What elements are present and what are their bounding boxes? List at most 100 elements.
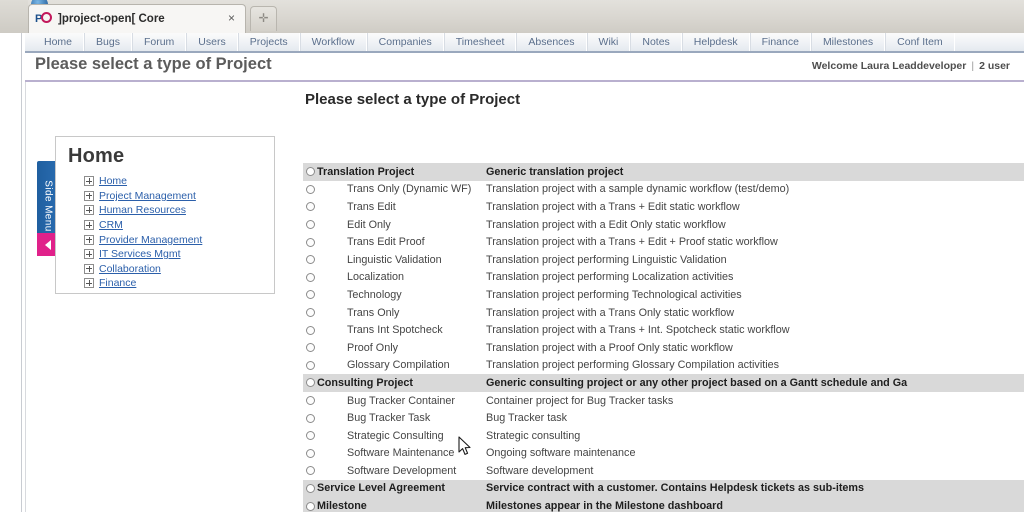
project-type-radio[interactable]: [305, 290, 315, 300]
project-type-radio[interactable]: [305, 483, 315, 493]
project-type-row[interactable]: Edit Only Translation project with a Edit…: [303, 215, 1024, 234]
nav-item-home[interactable]: Home: [33, 33, 85, 51]
expand-plus-icon[interactable]: [84, 278, 94, 289]
project-type-radio[interactable]: [305, 308, 315, 318]
side-menu-item-label[interactable]: Project Management: [99, 190, 196, 202]
side-menu-item-label[interactable]: Home: [99, 175, 127, 187]
project-type-radio-cell: [303, 360, 317, 370]
project-type-row[interactable]: Localization Translation project performi…: [303, 268, 1024, 287]
project-type-row[interactable]: Bug Tracker Task Bug Tracker task: [303, 409, 1024, 427]
nav-item-workflow[interactable]: Workflow: [299, 33, 367, 51]
side-menu-item[interactable]: Collaboration: [84, 262, 274, 277]
nav-item-finance[interactable]: Finance: [749, 33, 811, 51]
project-type-radio[interactable]: [305, 431, 315, 441]
side-menu-item[interactable]: Provider Management: [84, 232, 274, 247]
project-type-name: Consulting Project: [317, 376, 413, 389]
project-type-radio-cell: [303, 501, 317, 511]
side-menu-item[interactable]: IT Services Mgmt: [84, 247, 274, 262]
nav-item-milestones[interactable]: Milestones: [810, 33, 886, 51]
project-type-radio-cell: [303, 378, 317, 388]
project-type-row[interactable]: Proof Only Translation project with a Pro…: [303, 338, 1024, 357]
project-type-row[interactable]: Trans Edit Translation project with a Tra…: [303, 198, 1024, 216]
project-type-radio[interactable]: [305, 343, 315, 353]
expand-plus-icon[interactable]: [84, 249, 94, 260]
nav-item-bugs[interactable]: Bugs: [84, 33, 132, 51]
project-type-radio[interactable]: [305, 184, 315, 194]
nav-item-conf-item[interactable]: Conf Item: [885, 33, 955, 51]
expand-plus-icon[interactable]: [84, 234, 94, 245]
project-type-row[interactable]: Trans Only (Dynamic WF) Translation proje…: [303, 180, 1024, 199]
project-type-radio[interactable]: [305, 396, 315, 406]
project-type-radio[interactable]: [305, 237, 315, 247]
side-menu-item-label[interactable]: Finance: [99, 277, 136, 289]
browser-tab-title: ]project-open[ Core: [58, 13, 165, 25]
side-menu-item-label[interactable]: CRM: [99, 219, 123, 231]
project-type-radio[interactable]: [305, 272, 315, 282]
project-type-radio[interactable]: [305, 255, 315, 265]
screen: P ]project-open[ Core × ✛ Home Bugs Forum U…: [0, 0, 1024, 512]
close-tab-icon[interactable]: ×: [225, 12, 238, 25]
nav-item-users[interactable]: Users: [186, 33, 238, 51]
side-menu-item-label[interactable]: IT Services Mgmt: [99, 248, 181, 260]
project-type-name: Edit Only: [347, 218, 391, 231]
project-type-row[interactable]: Technology Translation project performing…: [303, 286, 1024, 304]
project-type-row[interactable]: Glossary Compilation Translation project …: [303, 356, 1024, 375]
side-menu-item-label[interactable]: Provider Management: [99, 234, 202, 246]
project-type-radio[interactable]: [305, 360, 315, 370]
project-type-row[interactable]: Trans Int Spotcheck Translation project w…: [303, 321, 1024, 339]
side-menu-item[interactable]: Finance: [84, 276, 274, 291]
side-menu-item-label[interactable]: Collaboration: [99, 263, 161, 275]
project-type-radio[interactable]: [305, 220, 315, 230]
side-menu-item[interactable]: Human Resources: [84, 203, 274, 218]
project-type-name: Technology: [347, 288, 402, 301]
project-type-row[interactable]: Trans Edit Proof Translation project with…: [303, 233, 1024, 251]
expand-plus-icon[interactable]: [84, 263, 94, 274]
project-type-name: Glossary Compilation: [347, 359, 450, 372]
project-type-group-row[interactable]: Service Level Agreement Service contract …: [303, 479, 1024, 498]
side-menu-item-label[interactable]: Human Resources: [99, 204, 186, 216]
project-type-name: Trans Only (Dynamic WF): [347, 183, 472, 196]
project-type-group-row[interactable]: Consulting Project Generic consulting pro…: [303, 374, 1024, 392]
expand-plus-icon[interactable]: [84, 220, 94, 231]
project-type-radio[interactable]: [305, 378, 315, 388]
project-type-name: Software Maintenance: [347, 447, 455, 460]
project-type-description: Strategic consulting: [486, 429, 581, 442]
nav-item-wiki[interactable]: Wiki: [586, 33, 631, 51]
project-type-row[interactable]: Bug Tracker Container Container project f…: [303, 391, 1024, 410]
project-type-group-row[interactable]: Milestone Milestones appear in the Milest…: [303, 497, 1024, 512]
project-type-row[interactable]: Software Development Software development: [303, 462, 1024, 480]
project-type-radio-cell: [303, 237, 317, 247]
browser-tab[interactable]: P ]project-open[ Core ×: [28, 4, 246, 33]
project-type-radio[interactable]: [305, 325, 315, 335]
project-type-radio[interactable]: [305, 466, 315, 476]
project-type-radio[interactable]: [305, 167, 315, 177]
side-menu-item[interactable]: CRM: [84, 218, 274, 233]
project-type-row[interactable]: Linguistic Validation Translation project…: [303, 250, 1024, 269]
nav-item-notes[interactable]: Notes: [630, 33, 682, 51]
expand-plus-icon[interactable]: [84, 190, 94, 201]
project-type-row[interactable]: Strategic Consulting Strategic consulting: [303, 426, 1024, 445]
side-menu-item[interactable]: Project Management: [84, 189, 274, 204]
project-type-radio[interactable]: [305, 202, 315, 212]
browser-chrome: P ]project-open[ Core × ✛: [0, 0, 1024, 34]
project-type-radio[interactable]: [305, 448, 315, 458]
project-type-row[interactable]: Software Maintenance Ongoing software mai…: [303, 444, 1024, 463]
nav-item-timesheet[interactable]: Timesheet: [443, 33, 517, 51]
project-type-row[interactable]: Trans Only Translation project with a Tra…: [303, 303, 1024, 322]
project-type-description: Translation project with a Trans Only st…: [486, 306, 735, 319]
nav-item-companies[interactable]: Companies: [366, 33, 444, 51]
expand-plus-icon[interactable]: [84, 176, 94, 187]
project-type-radio[interactable]: [305, 501, 315, 511]
project-type-description: Translation project performing Technolog…: [486, 288, 742, 301]
new-tab-button[interactable]: ✛: [250, 6, 277, 31]
page-frame-border-inner: [25, 33, 26, 512]
nav-item-projects[interactable]: Projects: [237, 33, 300, 51]
nav-item-helpdesk[interactable]: Helpdesk: [681, 33, 750, 51]
nav-item-forum[interactable]: Forum: [131, 33, 187, 51]
project-type-radio[interactable]: [305, 413, 315, 423]
nav-item-absences[interactable]: Absences: [516, 33, 587, 51]
side-menu-item[interactable]: Home: [84, 174, 274, 189]
side-menu-tab-label: Side Menu: [42, 180, 54, 232]
expand-plus-icon[interactable]: [84, 205, 94, 216]
project-type-group-row[interactable]: Translation Project Generic translation p…: [303, 163, 1024, 181]
